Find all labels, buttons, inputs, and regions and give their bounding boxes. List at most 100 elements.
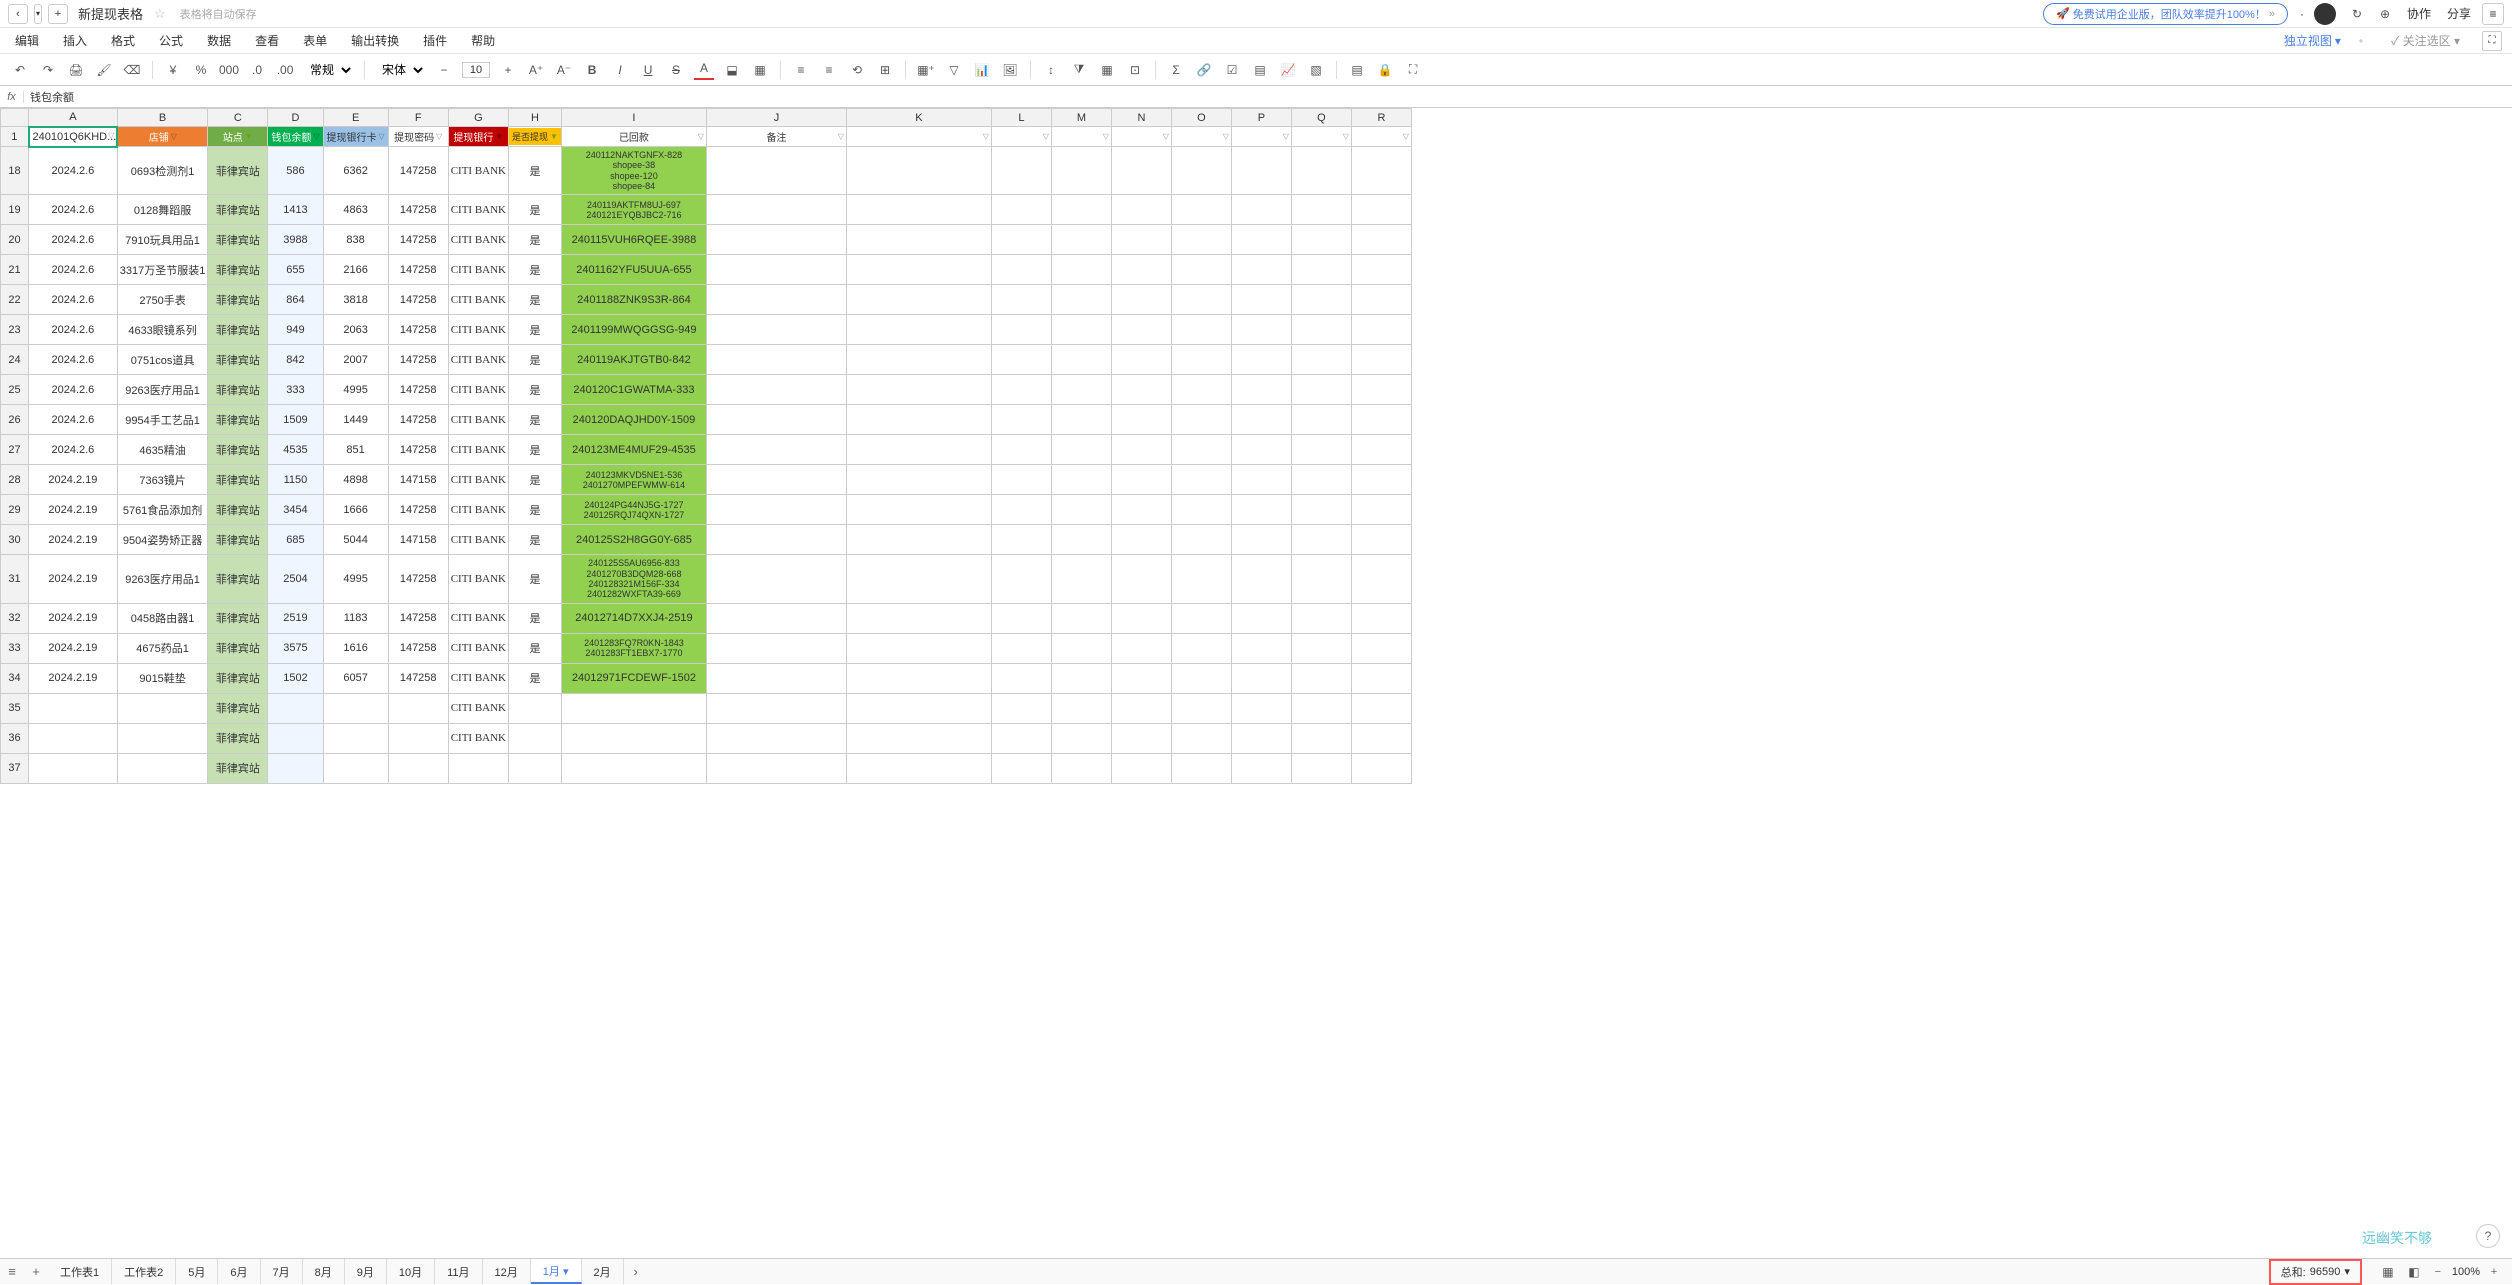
cell-I22[interactable]: 2401188ZNK9S3R-864 (561, 285, 706, 315)
cell-C36[interactable]: 菲律宾站 (208, 723, 268, 753)
row-head-32[interactable]: 32 (1, 603, 29, 633)
cell-Q23[interactable] (1291, 315, 1351, 345)
menu-export[interactable]: 输出转换 (346, 30, 404, 51)
cell-H31[interactable]: 是 (509, 555, 562, 603)
row-head-25[interactable]: 25 (1, 375, 29, 405)
check-button[interactable]: ☑ (1222, 60, 1242, 80)
row-head-29[interactable]: 29 (1, 495, 29, 525)
cell-H25[interactable]: 是 (509, 375, 562, 405)
cell-G35[interactable]: CITI BANK (448, 693, 508, 723)
font-color-button[interactable]: A (694, 60, 714, 80)
grid-area[interactable]: ABCDEFGHIJKLMNOPQR1240101Q6KHD...▽店铺▽站点▼… (0, 108, 2512, 1258)
cell-Q34[interactable] (1291, 663, 1351, 693)
cell-I37[interactable] (561, 753, 706, 783)
cell-R19[interactable] (1351, 195, 1411, 225)
cell-F32[interactable]: 147258 (388, 603, 448, 633)
cell-M18[interactable] (1051, 147, 1111, 195)
cell-R1[interactable]: ▽ (1351, 127, 1411, 147)
cell-N36[interactable] (1111, 723, 1171, 753)
cell-P23[interactable] (1231, 315, 1291, 345)
cell-R21[interactable] (1351, 255, 1411, 285)
cell-G1[interactable]: 提现银行▼ (448, 127, 508, 147)
cell-E18[interactable]: 6362 (323, 147, 388, 195)
cell-O24[interactable] (1171, 345, 1231, 375)
cell-E37[interactable] (323, 753, 388, 783)
cell-J28[interactable] (706, 465, 846, 495)
cell-D25[interactable]: 333 (268, 375, 323, 405)
border-button[interactable]: ▦ (750, 60, 770, 80)
cell-N23[interactable] (1111, 315, 1171, 345)
history-icon[interactable]: ↻ (2346, 3, 2368, 25)
cell-F19[interactable]: 147258 (388, 195, 448, 225)
row-head-27[interactable]: 27 (1, 435, 29, 465)
cell-Q30[interactable] (1291, 525, 1351, 555)
cell-N30[interactable] (1111, 525, 1171, 555)
cell-I1[interactable]: 已回款▽ (561, 127, 706, 147)
col-head-M[interactable]: M (1051, 109, 1111, 127)
cell-J27[interactable] (706, 435, 846, 465)
cell-O20[interactable] (1171, 225, 1231, 255)
cell-F30[interactable]: 147158 (388, 525, 448, 555)
cell-H32[interactable]: 是 (509, 603, 562, 633)
font-size-input[interactable]: 10 (462, 62, 490, 78)
italic-button[interactable]: I (610, 60, 630, 80)
row-head-28[interactable]: 28 (1, 465, 29, 495)
cell-D34[interactable]: 1502 (268, 663, 323, 693)
cell-O30[interactable] (1171, 525, 1231, 555)
cell-N22[interactable] (1111, 285, 1171, 315)
cell-E27[interactable]: 851 (323, 435, 388, 465)
expand-icon[interactable]: ⛶ (2482, 31, 2502, 51)
cell-B22[interactable]: 2750手表 (117, 285, 208, 315)
cell-I36[interactable] (561, 723, 706, 753)
cell-A30[interactable]: 2024.2.19 (29, 525, 118, 555)
cell-O37[interactable] (1171, 753, 1231, 783)
cell-L27[interactable] (991, 435, 1051, 465)
cell-C21[interactable]: 菲律宾站 (208, 255, 268, 285)
cell-P24[interactable] (1231, 345, 1291, 375)
strike-button[interactable]: S (666, 60, 686, 80)
merge-button[interactable]: ⊞ (875, 60, 895, 80)
cell-L29[interactable] (991, 495, 1051, 525)
cell-F22[interactable]: 147258 (388, 285, 448, 315)
cell-H27[interactable]: 是 (509, 435, 562, 465)
cell-P22[interactable] (1231, 285, 1291, 315)
cell-O33[interactable] (1171, 633, 1231, 663)
cell-A31[interactable]: 2024.2.19 (29, 555, 118, 603)
cell-O32[interactable] (1171, 603, 1231, 633)
cell-M25[interactable] (1051, 375, 1111, 405)
bold-button[interactable]: B (582, 60, 602, 80)
cell-E31[interactable]: 4995 (323, 555, 388, 603)
cell-O1[interactable]: ▽ (1171, 127, 1231, 147)
cell-B26[interactable]: 9954手工艺品1 (117, 405, 208, 435)
cell-C23[interactable]: 菲律宾站 (208, 315, 268, 345)
col-head-G[interactable]: G (448, 109, 508, 127)
cell-A19[interactable]: 2024.2.6 (29, 195, 118, 225)
cell-R32[interactable] (1351, 603, 1411, 633)
halign-button[interactable]: ≡ (791, 60, 811, 80)
cell-E25[interactable]: 4995 (323, 375, 388, 405)
cell-A33[interactable]: 2024.2.19 (29, 633, 118, 663)
cell-E19[interactable]: 4863 (323, 195, 388, 225)
cell-A22[interactable]: 2024.2.6 (29, 285, 118, 315)
cell-Q21[interactable] (1291, 255, 1351, 285)
cell-A29[interactable]: 2024.2.19 (29, 495, 118, 525)
cell-Q20[interactable] (1291, 225, 1351, 255)
print-button[interactable]: 🖨 (66, 60, 86, 80)
row-head-22[interactable]: 22 (1, 285, 29, 315)
cell-M36[interactable] (1051, 723, 1111, 753)
cell-J20[interactable] (706, 225, 846, 255)
sheet-tab-12月[interactable]: 12月 (483, 1259, 531, 1284)
wrap-button[interactable]: ⟲ (847, 60, 867, 80)
col-head-B[interactable]: B (117, 109, 208, 127)
cell-L28[interactable] (991, 465, 1051, 495)
cell-Q35[interactable] (1291, 693, 1351, 723)
cell-H1[interactable]: 是否提现▼ (509, 127, 562, 147)
cell-K37[interactable] (846, 753, 991, 783)
cell-N28[interactable] (1111, 465, 1171, 495)
col-head-J[interactable]: J (706, 109, 846, 127)
cell-M23[interactable] (1051, 315, 1111, 345)
cell-G36[interactable]: CITI BANK (448, 723, 508, 753)
col-head-F[interactable]: F (388, 109, 448, 127)
cell-B34[interactable]: 9015鞋垫 (117, 663, 208, 693)
cell-D35[interactable] (268, 693, 323, 723)
